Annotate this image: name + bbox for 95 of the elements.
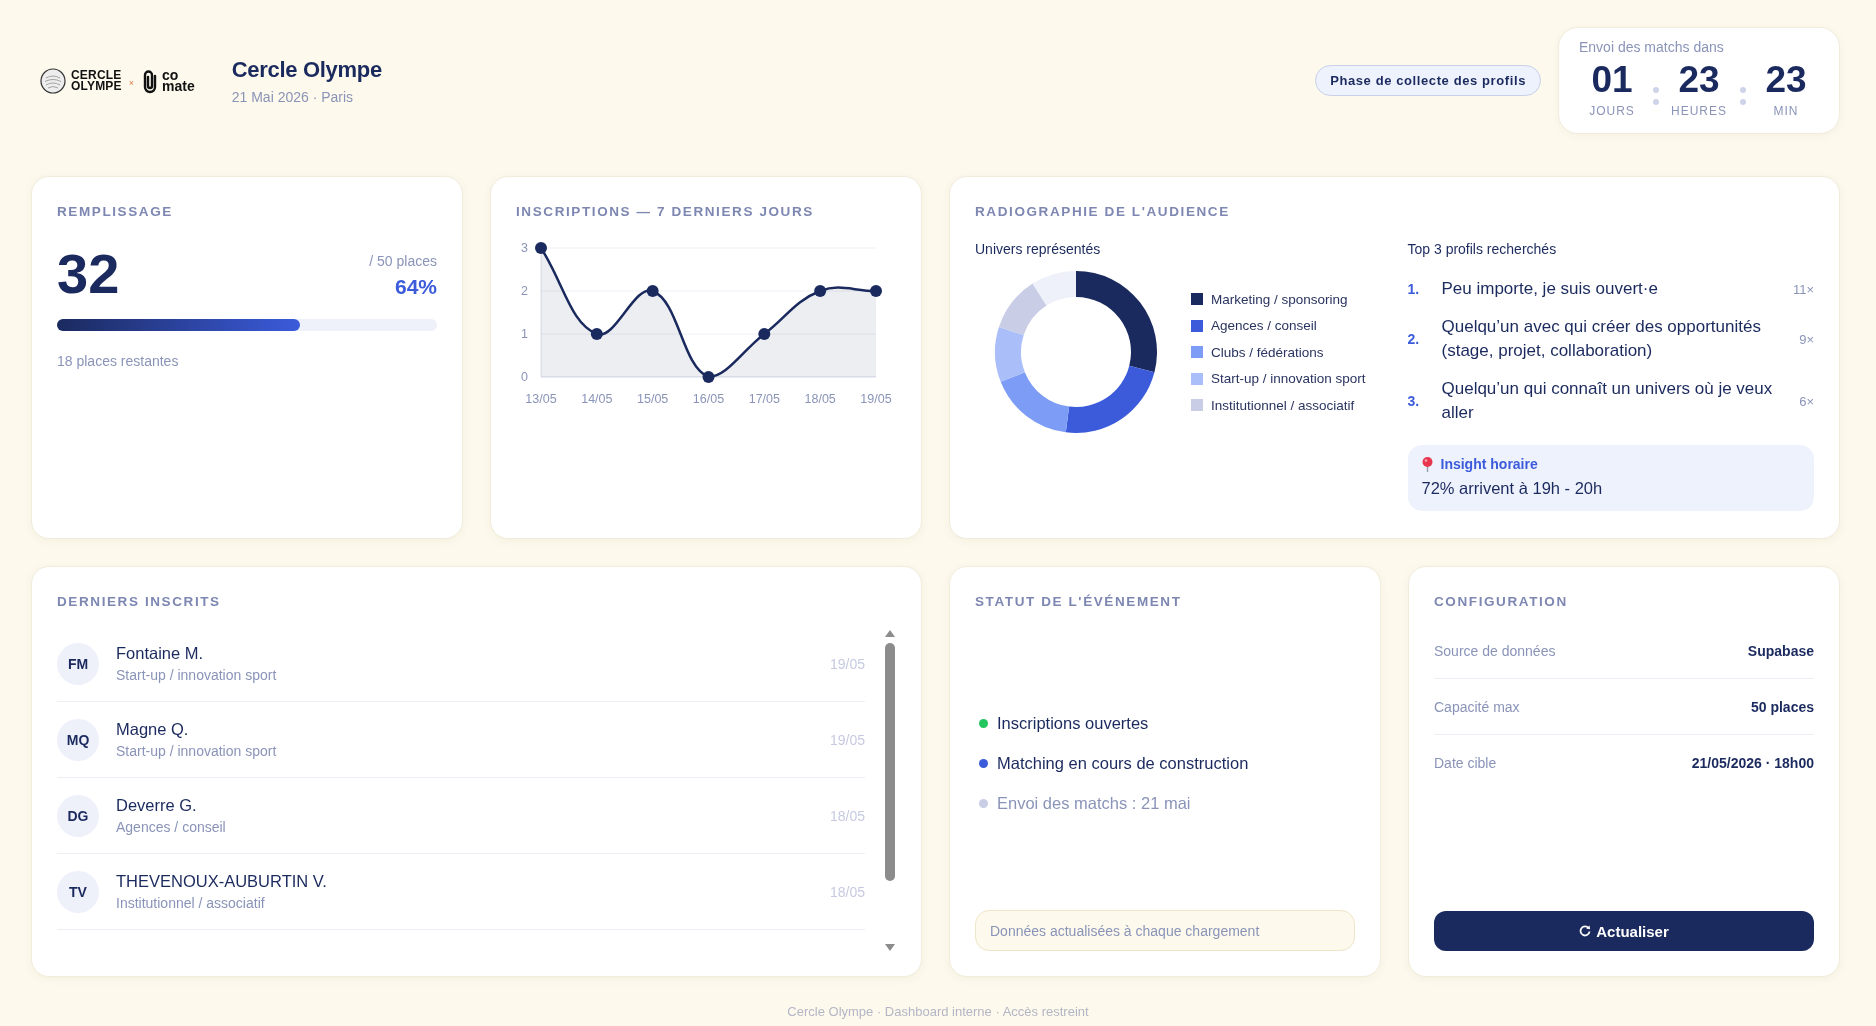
x-axis-label: 14/05 <box>581 392 613 406</box>
y-axis-label: 3 <box>521 241 528 255</box>
rank-number: 3. <box>1407 393 1421 409</box>
card-title: REMPLISSAGE <box>57 203 174 221</box>
x-axis-label: 16/05 <box>692 392 725 406</box>
person-category: Institutionnel / associatif <box>116 895 266 911</box>
person-category: Agences / conseil <box>116 819 227 835</box>
logo-separator: × <box>128 77 135 88</box>
status-text: Matching en cours de construction <box>997 754 1249 773</box>
signup-date: 19/05 <box>829 655 865 672</box>
chart-point <box>590 328 603 340</box>
chart-point <box>758 328 771 340</box>
status-text: Inscriptions ouvertes <box>997 714 1149 733</box>
avatar: TV <box>57 870 99 913</box>
chart-point <box>535 242 547 254</box>
setting-value: 50 places <box>1750 698 1814 715</box>
signup-date: 18/05 <box>829 883 865 900</box>
scroll-up-icon[interactable] <box>884 630 895 637</box>
refresh-icon <box>1579 925 1592 937</box>
person-name: THEVENOUX-AUBURTIN V. <box>116 872 328 891</box>
section-title: Top 3 profils recherchés <box>1407 241 1558 257</box>
scroll-down-icon[interactable] <box>884 944 895 951</box>
person-name: Fontaine M. <box>116 644 205 663</box>
card-title: INSCRIPTIONS — 7 DERNIERS JOURS <box>516 203 815 221</box>
logo-wordmark: co mate <box>162 69 195 92</box>
countdown-unit: HEURES <box>1671 104 1727 118</box>
event-title: Cercle Olympe <box>231 56 382 83</box>
setting-value: Supabase <box>1747 642 1814 659</box>
countdown-value: 23 <box>1678 60 1720 100</box>
status-text: Envoi des matchs : 21 mai <box>997 794 1191 813</box>
circle-emblem-icon <box>40 67 66 94</box>
countdown-label: Envoi des matchs dans <box>1579 39 1725 55</box>
profile-text: Quelqu’un avec qui créer des opportunités (stage, projet, collaboration) <box>1441 316 1762 362</box>
x-axis-label: 19/05 <box>860 392 892 406</box>
countdown-unit: MIN <box>1773 104 1799 118</box>
y-axis-label: 1 <box>521 327 528 341</box>
chart-point <box>646 285 659 297</box>
person-category: Start-up / innovation sport <box>116 667 278 683</box>
chart-point <box>814 285 827 297</box>
event-subtitle: 21 Mai 2026 · Paris <box>231 88 355 105</box>
x-axis-label: 17/05 <box>748 392 780 406</box>
chart-point <box>702 371 715 383</box>
profile-text: Quelqu’un qui connaît un univers où je veux aller <box>1441 378 1774 424</box>
card-title: DERNIERS INSCRITS <box>57 593 222 611</box>
card-title: STATUT DE L'ÉVÉNEMENT <box>975 593 1183 611</box>
person-category: Start-up / innovation sport <box>116 743 278 759</box>
card-title: CONFIGURATION <box>1434 593 1569 611</box>
separator-dots-icon <box>1652 87 1659 105</box>
legend-label: Start-up / innovation sport <box>1211 371 1366 386</box>
phase-badge: Phase de collecte des profils <box>1315 65 1541 96</box>
insight-text: 72% arrivent à 19h - 20h <box>1421 479 1604 498</box>
capacity-label: / 50 places <box>369 253 437 269</box>
rank-number: 1. <box>1407 281 1421 297</box>
chart-point <box>870 285 882 297</box>
person-name: Deverre G. <box>116 796 198 815</box>
legend-label: Clubs / fédérations <box>1211 344 1324 360</box>
info-note: Données actualisées à chaque chargement <box>975 910 1355 951</box>
avatar: DG <box>57 794 99 837</box>
profile-count: 6× <box>1798 393 1814 409</box>
setting-label: Source de données <box>1434 642 1556 659</box>
x-axis-label: 13/05 <box>525 392 557 406</box>
setting-value: 21/05/2026 · 18h00 <box>1691 755 1814 771</box>
legend-label: Institutionnel / associatif <box>1211 397 1355 413</box>
card-title: RADIOGRAPHIE DE L'AUDIENCE <box>975 203 1231 221</box>
setting-label: Capacité max <box>1434 698 1520 715</box>
insight-title: Insight horaire <box>1440 456 1538 472</box>
profile-text: Peu importe, je suis ouvert·e <box>1441 278 1659 300</box>
registration-count: 32 <box>57 245 120 303</box>
footer-text: Cercle Olympe · Dashboard interne · Accès restreint <box>786 1004 1090 1019</box>
y-axis-label: 0 <box>521 370 528 384</box>
legend-label: Agences / conseil <box>1211 318 1317 333</box>
map-pin-icon <box>1421 456 1433 472</box>
refresh-button[interactable]: Actualiser <box>1434 911 1814 951</box>
y-axis-label: 2 <box>521 284 528 298</box>
separator-dots-icon <box>1739 87 1746 105</box>
x-axis-label: 15/05 <box>637 392 669 406</box>
avatar: FM <box>57 642 99 685</box>
signup-date: 19/05 <box>829 731 865 748</box>
profile-count: 11× <box>1791 281 1814 297</box>
remaining-places: 18 places restantes <box>57 353 180 369</box>
legend-label: Marketing / sponsoring <box>1211 291 1348 307</box>
avatar: MQ <box>57 718 99 761</box>
setting-label: Date cible <box>1434 755 1497 771</box>
scrollbar-thumb[interactable] <box>884 643 895 881</box>
signup-date: 18/05 <box>829 807 865 824</box>
logo-wordmark: CERCLE OLYMPE <box>71 69 122 92</box>
countdown-value: 23 <box>1765 60 1807 100</box>
countdown-unit: JOURS <box>1589 104 1635 118</box>
fill-percentage: 64% <box>394 275 437 299</box>
rank-number: 2. <box>1407 331 1421 347</box>
x-axis-label: 18/05 <box>804 392 836 406</box>
person-name: Magne Q. <box>116 720 190 739</box>
chart-title: Univers représentés <box>975 241 1102 257</box>
profile-count: 9× <box>1798 331 1814 347</box>
countdown-value: 01 <box>1591 60 1633 100</box>
